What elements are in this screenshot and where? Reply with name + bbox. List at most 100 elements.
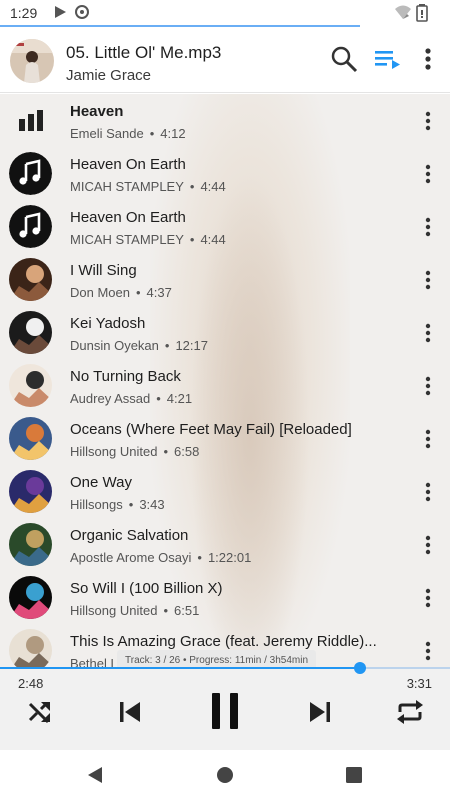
more-vert-icon[interactable]: [416, 426, 440, 452]
album-art: [9, 576, 52, 619]
album-art: [9, 629, 52, 668]
track-title: Oceans (Where Feet May Fail) [Reloaded]: [70, 421, 352, 438]
track-artist: Hillsongs: [70, 497, 123, 512]
search-icon[interactable]: [326, 41, 362, 77]
track-title: Kei Yadosh: [70, 315, 146, 332]
more-vert-icon[interactable]: [416, 108, 440, 134]
more-vert-icon[interactable]: [416, 373, 440, 399]
track-duration: 6:51: [174, 603, 200, 618]
seek-thumb[interactable]: [354, 662, 366, 674]
track-meta: Emeli Sande • 4:12: [70, 126, 186, 141]
home-icon[interactable]: [212, 762, 238, 788]
track-duration: 3:43: [139, 497, 165, 512]
track-row[interactable]: Organic Salvation Apostle Arome Osayi • 1:2…: [0, 518, 450, 571]
album-art: [9, 523, 52, 566]
pause-icon[interactable]: [204, 690, 246, 732]
separator-dot: •: [156, 391, 161, 406]
track-row[interactable]: Oceans (Where Feet May Fail) [Reloaded] H…: [0, 412, 450, 465]
track-row[interactable]: So Will I (100 Billion X) Hillsong United…: [0, 571, 450, 624]
track-meta: Audrey Assad • 4:21: [70, 391, 192, 406]
music-note-icon: [9, 205, 52, 248]
track-row[interactable]: I Will Sing Don Moen • 4:37: [0, 253, 450, 306]
track-row[interactable]: Heaven Emeli Sande • 4:12: [0, 94, 450, 147]
separator-dot: •: [189, 179, 195, 194]
more-vert-icon[interactable]: [416, 161, 440, 187]
album-art: [9, 470, 52, 513]
track-artist: MICAH STAMPLEY: [70, 232, 184, 247]
track-title: Heaven On Earth: [70, 156, 186, 173]
queue-icon[interactable]: [370, 41, 406, 77]
now-playing-artist: Jamie Grace: [66, 67, 152, 84]
album-art: [9, 258, 52, 301]
music-note-icon: [9, 152, 52, 195]
back-icon[interactable]: [82, 762, 108, 788]
track-artist: Emeli Sande: [70, 126, 144, 141]
track-duration: 1:22:01: [207, 550, 252, 565]
album-art-thumbnail: [10, 39, 54, 83]
repeat-icon[interactable]: [394, 696, 426, 728]
status-bar: 1:29: [0, 0, 450, 27]
track-artist: Apostle Arome Osayi: [70, 550, 192, 565]
track-row[interactable]: No Turning Back Audrey Assad • 4:21: [0, 359, 450, 412]
track-row[interactable]: One Way Hillsongs • 3:43: [0, 465, 450, 518]
track-meta: MICAH STAMPLEY • 4:44: [70, 179, 226, 194]
separator-dot: •: [189, 232, 195, 247]
track-title: Heaven: [70, 103, 124, 120]
track-title: Heaven On Earth: [70, 209, 186, 226]
track-duration: 4:21: [166, 391, 193, 406]
separator-dot: •: [149, 126, 155, 141]
player-controls: 2:48 3:31: [0, 662, 450, 750]
track-artist: MICAH STAMPLEY: [70, 179, 184, 194]
track-title: One Way: [70, 474, 132, 491]
seek-bar-fill: [0, 667, 360, 669]
separator-dot: •: [163, 444, 168, 459]
battery-icon: [416, 4, 428, 27]
now-playing-title: 05. Little Ol' Me.mp3: [66, 43, 222, 62]
now-playing-equalizer-icon: [9, 99, 52, 142]
wifi-icon: [394, 4, 412, 25]
album-art: [9, 311, 52, 354]
play-icon: [52, 4, 68, 25]
skip-next-icon[interactable]: [304, 696, 336, 728]
more-vert-icon[interactable]: [416, 638, 440, 664]
now-playing-header[interactable]: 05. Little Ol' Me.mp3 Jamie Grace: [0, 27, 450, 93]
track-row[interactable]: Kei Yadosh Dunsin Oyekan • 12:17: [0, 306, 450, 359]
track-duration: 12:17: [175, 338, 208, 353]
track-duration: 4:44: [200, 179, 226, 194]
album-art: [9, 364, 52, 407]
recents-icon[interactable]: [341, 762, 367, 788]
skip-previous-icon[interactable]: [114, 696, 146, 728]
track-meta: Hillsongs • 3:43: [70, 497, 165, 512]
separator-dot: •: [163, 603, 168, 618]
track-meta: Hillsong United • 6:51: [70, 603, 199, 618]
track-meta: Apostle Arome Osayi • 1:22:01: [70, 550, 251, 565]
track-meta: Don Moen • 4:37: [70, 285, 172, 300]
track-duration: 4:44: [200, 232, 226, 247]
track-title: So Will I (100 Billion X): [70, 580, 223, 597]
track-duration: 6:58: [174, 444, 200, 459]
track-title: No Turning Back: [70, 368, 181, 385]
more-vert-icon[interactable]: [416, 532, 440, 558]
elapsed-time: 2:48: [18, 676, 44, 691]
track-meta: MICAH STAMPLEY • 4:44: [70, 232, 226, 247]
system-nav-bar: [0, 750, 450, 800]
more-vert-icon[interactable]: [416, 214, 440, 240]
more-vert-icon[interactable]: [416, 479, 440, 505]
separator-dot: •: [135, 285, 141, 300]
track-row[interactable]: Heaven On Earth MICAH STAMPLEY • 4:44: [0, 147, 450, 200]
track-row[interactable]: Heaven On Earth MICAH STAMPLEY • 4:44: [0, 200, 450, 253]
more-vert-icon[interactable]: [410, 41, 446, 77]
track-duration: 4:12: [160, 126, 186, 141]
track-duration: 4:37: [146, 285, 172, 300]
track-title: This Is Amazing Grace (feat. Jeremy Ridd…: [70, 633, 377, 650]
more-vert-icon[interactable]: [416, 267, 440, 293]
more-vert-icon[interactable]: [416, 320, 440, 346]
more-vert-icon[interactable]: [416, 585, 440, 611]
status-time: 1:29: [10, 5, 38, 21]
shuffle-icon[interactable]: [24, 696, 56, 728]
track-list[interactable]: Heaven Emeli Sande • 4:12 Heaven On Earth MIC…: [0, 94, 450, 668]
track-title: I Will Sing: [70, 262, 137, 279]
separator-dot: •: [128, 497, 134, 512]
separator-dot: •: [164, 338, 170, 353]
track-artist: Audrey Assad: [70, 391, 151, 406]
